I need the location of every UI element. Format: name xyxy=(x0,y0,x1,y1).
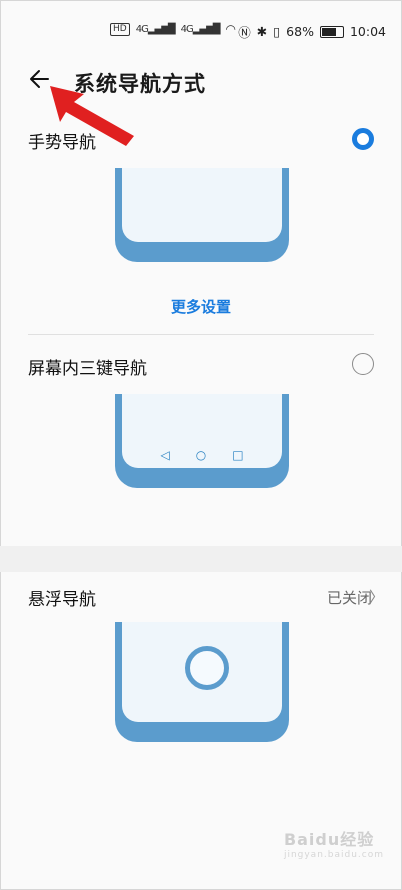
network-indicators: HD 4G▂▄▆█ 4G▂▄▆█ ◠ xyxy=(110,22,236,36)
home-circle-icon: ○ xyxy=(195,448,207,462)
battery-icon xyxy=(319,25,344,38)
back-triangle-icon: ◁ xyxy=(160,448,170,462)
nav-keys: ◁ ○ □ xyxy=(122,448,282,462)
clock: 10:04 xyxy=(349,24,386,39)
floating-nav-row[interactable]: 悬浮导航 已关闭 〉 xyxy=(0,574,402,618)
phone-screen xyxy=(122,168,282,242)
phone-screen xyxy=(122,622,282,722)
system-indicators: Ⓝ ✱ ▯ 68% 10:04 xyxy=(238,22,386,41)
status-bar: HD 4G▂▄▆█ 4G▂▄▆█ ◠ Ⓝ ✱ ▯ 68% 10:04 xyxy=(0,0,402,60)
more-settings-link[interactable]: 更多设置 xyxy=(0,296,402,317)
wifi-icon: ◠ xyxy=(225,22,236,36)
battery-percent: 68% xyxy=(286,24,314,39)
bluetooth-icon: ✱ xyxy=(256,24,268,39)
nfc-icon: Ⓝ xyxy=(238,25,251,40)
chevron-right-icon: 〉 xyxy=(368,588,384,606)
recents-square-icon: □ xyxy=(232,448,244,462)
watermark-logo: Baidu经验 jingyan.baidu.com xyxy=(283,830,384,860)
radio-three-key[interactable] xyxy=(352,353,374,375)
floating-nav-label: 悬浮导航 xyxy=(28,590,96,610)
section-gap xyxy=(0,546,402,572)
divider xyxy=(28,334,374,335)
gesture-preview xyxy=(115,168,289,262)
floating-nav-status: 已关闭 xyxy=(326,589,372,607)
three-key-preview: ◁ ○ □ xyxy=(115,394,289,488)
floating-preview xyxy=(115,622,289,742)
phone-screen: ◁ ○ □ xyxy=(122,394,282,468)
radio-gesture-selected[interactable] xyxy=(352,128,374,150)
option-three-key-label: 屏幕内三键导航 xyxy=(28,359,147,379)
signal-1: 4G▂▄▆█ xyxy=(135,23,176,35)
vibrate-icon: ▯ xyxy=(273,24,281,39)
signal-2: 4G▂▄▆█ xyxy=(180,23,221,35)
option-gesture-label: 手势导航 xyxy=(28,133,96,153)
hd-badge: HD xyxy=(110,22,130,36)
floating-ball-icon xyxy=(185,646,229,690)
